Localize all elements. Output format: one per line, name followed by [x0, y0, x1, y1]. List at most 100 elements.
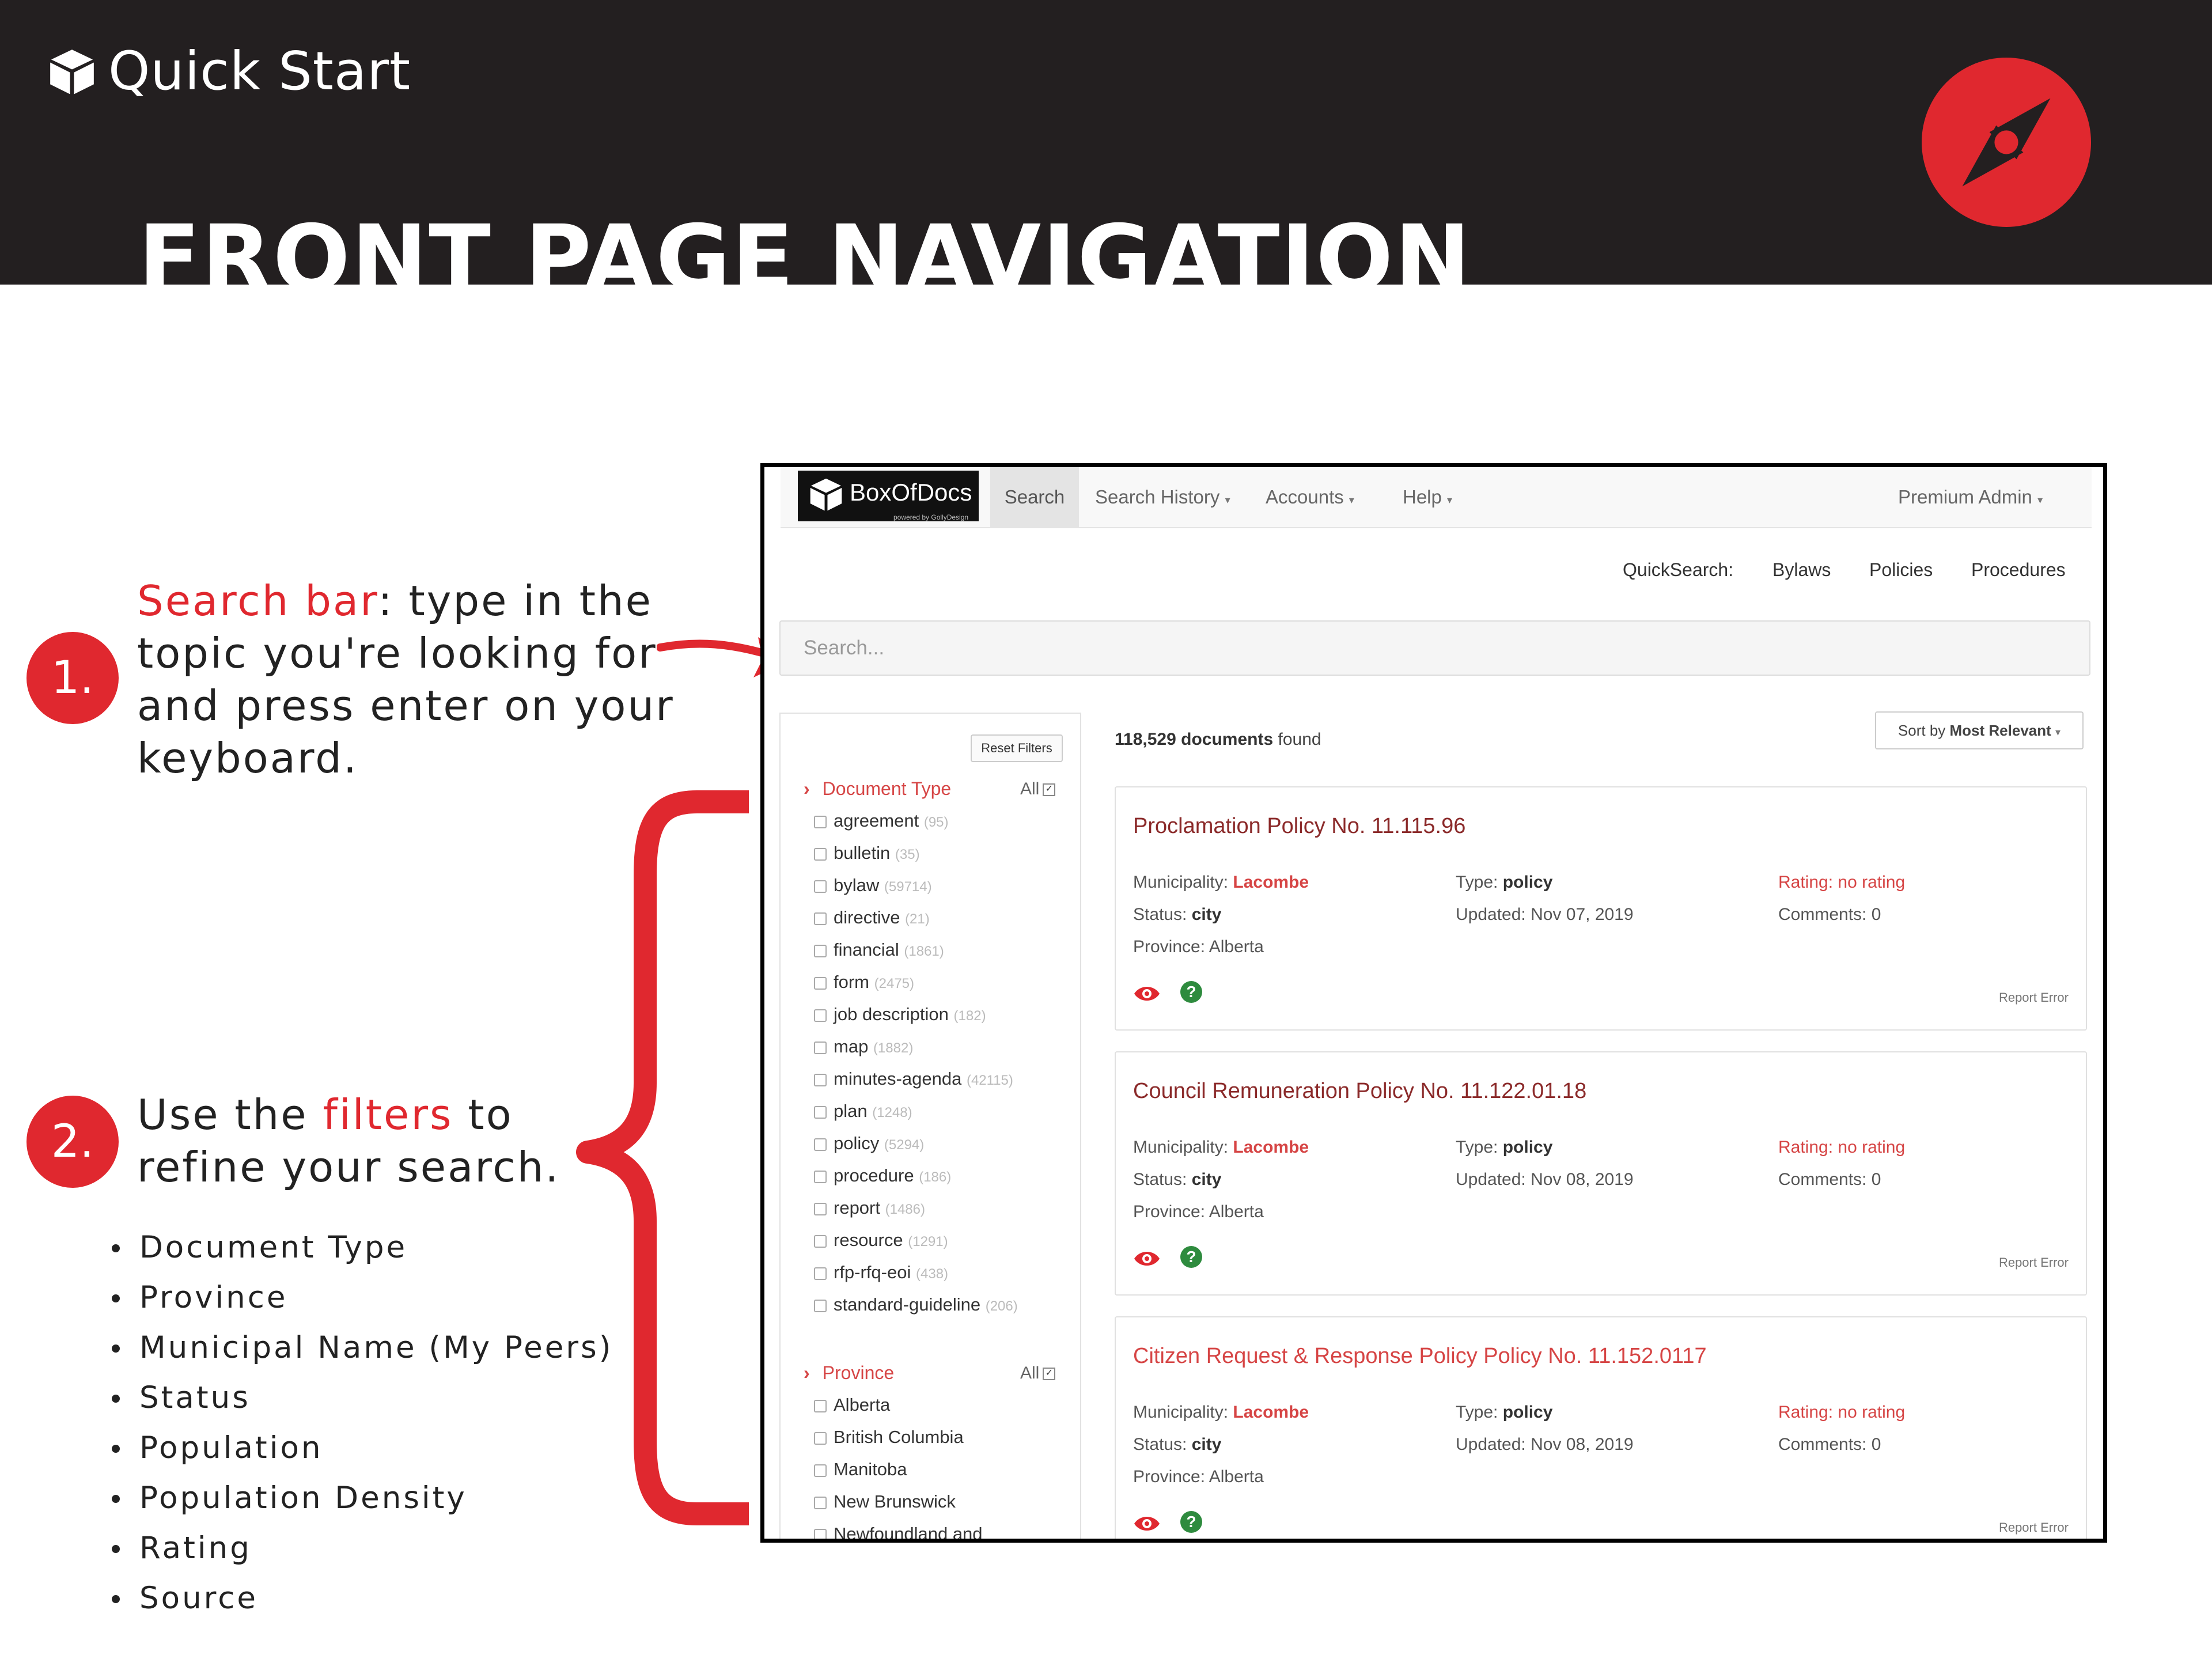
help-question-icon[interactable]: ?	[1180, 1246, 1202, 1268]
checkbox[interactable]	[814, 880, 827, 893]
list-item: Source	[109, 1573, 613, 1623]
filter-item[interactable]: rfp-rfq-eoi (438)	[814, 1262, 948, 1283]
report-error-link[interactable]: Report Error	[1999, 1255, 2069, 1270]
checkbox[interactable]	[814, 1528, 827, 1539]
checkbox[interactable]	[814, 976, 827, 990]
filter-sidebar: Reset Filters › Document Type All ✓ agreem…	[779, 713, 1081, 1539]
filter-item[interactable]: financial (1861)	[814, 940, 944, 960]
report-error-link[interactable]: Report Error	[1999, 990, 2069, 1005]
search-input[interactable]: Search...	[779, 620, 2090, 676]
filter-item[interactable]: bulletin (35)	[814, 843, 920, 863]
eye-icon[interactable]	[1133, 1247, 1161, 1270]
result-card: Council Remuneration Policy No. 11.122.0…	[1115, 1051, 2087, 1296]
filter-heading-document-type[interactable]: › Document Type	[804, 778, 951, 800]
result-comments: Comments: 0	[1778, 905, 1881, 924]
report-error-link[interactable]: Report Error	[1999, 1520, 2069, 1535]
checkbox[interactable]	[814, 847, 827, 861]
list-item: Municipal Name (My Peers)	[109, 1323, 613, 1373]
checkbox[interactable]	[814, 944, 827, 957]
step-1-badge: 1.	[26, 632, 119, 724]
nav-accounts[interactable]: Accounts ▾	[1266, 467, 1354, 527]
step-1-text: Search bar: type in the topic you're loo…	[137, 577, 675, 782]
result-status: Status: city	[1133, 905, 1222, 924]
filter-item[interactable]: map (1882)	[814, 1036, 913, 1057]
checkbox[interactable]	[814, 1170, 827, 1183]
quicksearch-policies-link[interactable]: Policies	[1869, 559, 1933, 581]
eye-icon[interactable]	[1133, 982, 1161, 1005]
filter-item[interactable]: bylaw (59714)	[814, 875, 932, 896]
filter-item[interactable]: standard-guideline (206)	[814, 1294, 1018, 1315]
page-title: FRONT PAGE NAVIGATION	[138, 206, 1472, 285]
caret-down-icon: ▾	[1225, 494, 1230, 506]
checkbox[interactable]	[814, 912, 827, 925]
checkbox[interactable]	[814, 1464, 827, 1477]
list-item: Population Density	[109, 1473, 613, 1523]
filter-item[interactable]: report (1486)	[814, 1198, 925, 1218]
result-status: Status: city	[1133, 1170, 1222, 1189]
reset-filters-button[interactable]: Reset Filters	[971, 734, 1063, 762]
step-1-highlight: Search bar	[137, 577, 378, 625]
checkbox[interactable]	[814, 1267, 827, 1280]
doc-type-all-toggle[interactable]: All ✓	[1020, 779, 1056, 799]
checkbox[interactable]	[814, 1009, 827, 1022]
result-comments: Comments: 0	[1778, 1170, 1881, 1189]
filter-item[interactable]: policy (5294)	[814, 1133, 924, 1154]
nav-search[interactable]: Search	[990, 467, 1079, 527]
checkbox[interactable]	[814, 1299, 827, 1312]
nav-help[interactable]: Help ▾	[1403, 467, 1452, 527]
help-question-icon[interactable]: ?	[1180, 1511, 1202, 1533]
province-all-toggle[interactable]: All ✓	[1020, 1364, 1056, 1383]
checkbox[interactable]	[814, 1073, 827, 1086]
quick-start-label: Quick Start	[47, 40, 411, 102]
results-count: 118,529 documents found	[1115, 730, 1321, 749]
checkbox[interactable]	[814, 1202, 827, 1215]
result-province: Province: Alberta	[1133, 937, 1264, 956]
result-updated: Updated: Nov 08, 2019	[1456, 1435, 1634, 1454]
filter-item[interactable]: agreement (95)	[814, 811, 949, 831]
filter-item[interactable]: plan (1248)	[814, 1101, 912, 1122]
top-navbar: BoxOfDocs powered by GollyDesign Search …	[781, 467, 2092, 528]
result-type: Type: policy	[1456, 873, 1553, 892]
filter-item[interactable]: Newfoundland and	[814, 1524, 983, 1539]
filter-heading-province[interactable]: › Province	[804, 1362, 894, 1384]
checkbox[interactable]	[814, 1041, 827, 1054]
filter-item[interactable]: directive (21)	[814, 907, 930, 928]
checkbox[interactable]	[814, 1496, 827, 1509]
result-title-link[interactable]: Council Remuneration Policy No. 11.122.0…	[1133, 1079, 1586, 1104]
result-rating: Rating: no rating	[1778, 1403, 1906, 1422]
filter-item[interactable]: Alberta	[814, 1395, 890, 1415]
checkbox[interactable]	[814, 1399, 827, 1412]
checkbox[interactable]	[814, 1234, 827, 1248]
quicksearch-bylaws-link[interactable]: Bylaws	[1772, 559, 1831, 581]
filter-item[interactable]: procedure (186)	[814, 1165, 951, 1186]
filter-item[interactable]: job description (182)	[814, 1004, 986, 1025]
step-2-highlight: filters	[323, 1090, 453, 1139]
boxofdocs-logo[interactable]: BoxOfDocs powered by GollyDesign	[798, 471, 979, 521]
filter-item[interactable]: minutes-agenda (42115)	[814, 1069, 1013, 1089]
filter-item[interactable]: resource (1291)	[814, 1230, 948, 1251]
filter-item[interactable]: British Columbia	[814, 1427, 964, 1448]
checkbox-checked-icon: ✓	[1043, 1368, 1056, 1381]
result-comments: Comments: 0	[1778, 1435, 1881, 1454]
filter-item[interactable]: Manitoba	[814, 1459, 907, 1480]
caret-down-icon: ▾	[1447, 494, 1453, 506]
result-type: Type: policy	[1456, 1403, 1553, 1422]
eye-icon[interactable]	[1133, 1512, 1161, 1535]
list-item: Status	[109, 1373, 613, 1423]
sort-dropdown[interactable]: Sort by Most Relevant ▾	[1875, 711, 2084, 749]
filter-item[interactable]: form (2475)	[814, 972, 914, 993]
nav-search-history[interactable]: Search History ▾	[1095, 467, 1230, 527]
help-question-icon[interactable]: ?	[1180, 981, 1202, 1003]
checkbox[interactable]	[814, 815, 827, 828]
filter-item[interactable]: New Brunswick	[814, 1491, 956, 1512]
result-title-link[interactable]: Citizen Request & Response Policy Policy…	[1133, 1344, 1707, 1369]
box-icon	[50, 49, 94, 94]
result-title-link[interactable]: Proclamation Policy No. 11.115.96	[1133, 814, 1465, 839]
caret-down-icon: ▾	[2037, 494, 2043, 506]
checkbox[interactable]	[814, 1138, 827, 1151]
quicksearch-procedures-link[interactable]: Procedures	[1971, 559, 2066, 581]
checkbox[interactable]	[814, 1105, 827, 1119]
checkbox[interactable]	[814, 1431, 827, 1445]
result-card: Proclamation Policy No. 11.115.96 Munici…	[1115, 786, 2087, 1031]
nav-user-menu[interactable]: Premium Admin ▾	[1898, 467, 2043, 527]
